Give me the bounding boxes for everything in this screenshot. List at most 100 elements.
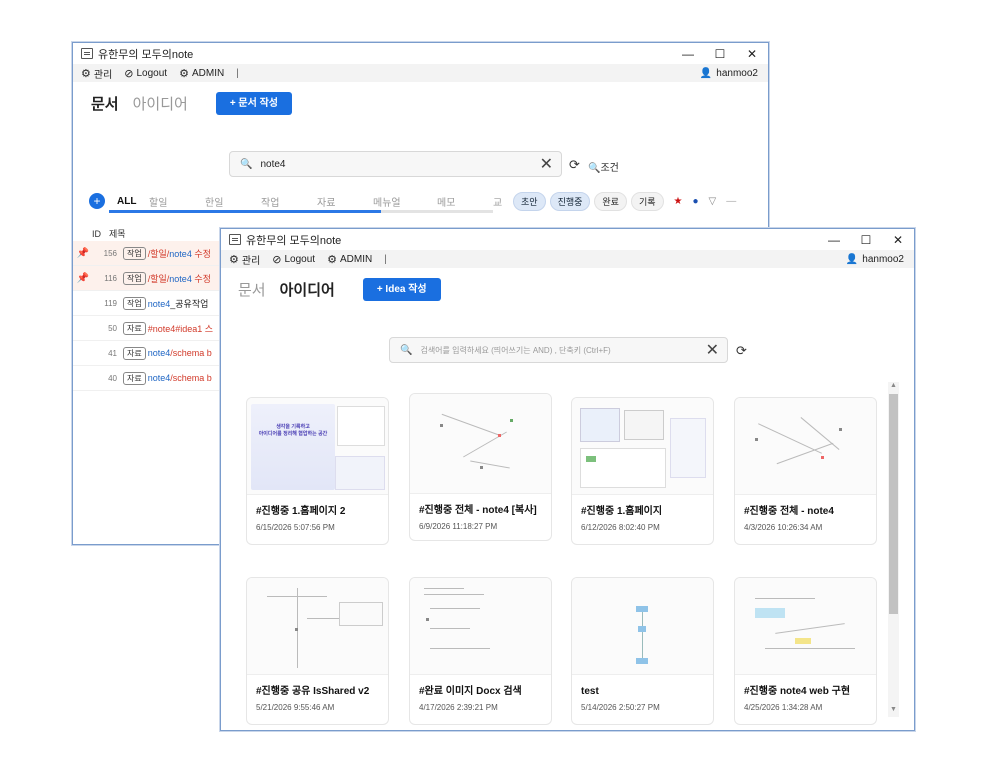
circle-icon[interactable]: ● bbox=[693, 196, 699, 207]
idea-card[interactable]: #진행중 1.홈페이지 6/12/2026 8:02:40 PM bbox=[571, 397, 714, 545]
category-badge: 자료 bbox=[123, 321, 146, 335]
gear-icon: ⚙ bbox=[229, 253, 239, 266]
triangle-icon[interactable]: ▽ bbox=[709, 196, 717, 207]
row-title: note4_공유작업 bbox=[147, 298, 209, 309]
card-title: #진행중 전체 - note4 bbox=[744, 506, 834, 517]
scroll-up-icon[interactable]: ▲ bbox=[888, 382, 899, 389]
menu-separator: | bbox=[384, 253, 387, 265]
menu-bar: ⚙ 관리 ⊘ Logout ⚙ ADMIN | 👤 hanmoo2 bbox=[73, 64, 768, 82]
clear-icon[interactable]: ✕ bbox=[706, 340, 719, 360]
minimize-icon[interactable]: — bbox=[672, 47, 704, 61]
search-input[interactable]: 🔍 검색어를 입력하세요 (띄어쓰기는 AND) , 단축키 (Ctrl+F) … bbox=[389, 337, 728, 363]
title-bar[interactable]: 유한무의 모두의note — ☐ ✕ bbox=[73, 43, 768, 64]
more-icon[interactable]: — bbox=[726, 196, 736, 207]
idea-card[interactable]: #완료 이미지 Docx 검색 4/17/2026 2:39:21 PM bbox=[409, 577, 552, 725]
tab-todo[interactable]: 할일 bbox=[149, 194, 205, 209]
idea-card[interactable]: #진행중 공유 IsShared v2 5/21/2026 9:55:46 AM bbox=[246, 577, 389, 725]
category-badge: 자료 bbox=[123, 346, 146, 360]
logout-icon: ⊘ bbox=[124, 67, 134, 80]
card-date: 4/3/2026 10:26:34 AM bbox=[744, 523, 823, 532]
mode-idea[interactable]: 아이디어 bbox=[280, 279, 335, 300]
clear-icon[interactable]: ✕ bbox=[540, 154, 553, 174]
card-date: 5/14/2026 2:50:27 PM bbox=[581, 703, 660, 712]
tab-memo[interactable]: 메모 bbox=[437, 194, 493, 209]
row-title: /할일/note4 수정 bbox=[147, 273, 211, 284]
card-thumbnail: 생각을 기록하고 아이디어를 정리해 협업하는 공간 bbox=[247, 398, 388, 495]
card-thumbnail bbox=[735, 578, 876, 675]
tab-material[interactable]: 자료 bbox=[317, 194, 373, 209]
star-icon[interactable]: ★ bbox=[674, 196, 683, 207]
user-icon: 👤 bbox=[845, 253, 859, 265]
window-title: 유한무의 모두의note bbox=[246, 234, 342, 247]
tab-all[interactable]: ALL bbox=[117, 196, 149, 207]
search-input[interactable]: 🔍 note4 ✕ bbox=[229, 151, 562, 177]
category-tabs: + ALL 할일 한일 작업 자료 메뉴얼 메모 교 초안 진행중 완료 기록 … bbox=[89, 190, 759, 212]
gear-icon: ⚙ bbox=[81, 67, 91, 80]
card-thumbnail bbox=[410, 578, 551, 675]
card-thumbnail bbox=[410, 394, 551, 494]
menu-manage[interactable]: ⚙ 관리 bbox=[81, 66, 112, 81]
thumb-banner: 생각을 기록하고 아이디어를 정리해 협업하는 공간 bbox=[258, 424, 328, 437]
menu-logout[interactable]: ⊘ Logout bbox=[272, 253, 315, 266]
row-title: note4/schema b bbox=[147, 348, 212, 358]
menu-admin[interactable]: ⚙ ADMIN bbox=[327, 253, 372, 266]
gear-icon: ⚙ bbox=[179, 67, 189, 80]
tab-manual[interactable]: 메뉴얼 bbox=[373, 194, 437, 209]
header-title[interactable]: 제목 bbox=[109, 227, 126, 240]
status-record[interactable]: 기록 bbox=[630, 191, 664, 211]
card-thumbnail bbox=[247, 578, 388, 675]
card-date: 5/21/2026 9:55:46 AM bbox=[256, 703, 335, 712]
tab-done[interactable]: 한일 bbox=[205, 194, 261, 209]
mode-idea[interactable]: 아이디어 bbox=[133, 93, 188, 114]
tab-scrollbar[interactable] bbox=[109, 210, 493, 213]
menu-manage[interactable]: ⚙ 관리 bbox=[229, 252, 260, 267]
close-icon[interactable]: ✕ bbox=[736, 47, 768, 61]
card-title: #진행중 전체 - note4 [복사] bbox=[419, 505, 537, 516]
pin-icon[interactable]: 📌 bbox=[73, 273, 93, 284]
gear-icon: ⚙ bbox=[327, 253, 337, 266]
menu-logout[interactable]: ⊘ Logout bbox=[124, 67, 167, 80]
card-thumbnail bbox=[572, 578, 713, 675]
minimize-icon[interactable]: — bbox=[818, 233, 850, 247]
card-title: test bbox=[581, 686, 599, 697]
condition-button[interactable]: 🔍조건 bbox=[588, 159, 619, 174]
card-thumbnail bbox=[572, 398, 713, 495]
idea-card[interactable]: #진행중 note4 web 구현 4/25/2026 1:34:28 AM bbox=[734, 577, 877, 725]
pin-icon[interactable]: 📌 bbox=[73, 248, 93, 259]
close-icon[interactable]: ✕ bbox=[882, 233, 914, 247]
maximize-icon[interactable]: ☐ bbox=[704, 47, 736, 61]
user-info[interactable]: 👤 hanmoo2 bbox=[846, 254, 904, 265]
idea-card[interactable]: test 5/14/2026 2:50:27 PM bbox=[571, 577, 714, 725]
card-date: 4/25/2026 1:34:28 AM bbox=[744, 703, 823, 712]
idea-card[interactable]: #진행중 전체 - note4 [복사] 6/9/2026 11:18:27 P… bbox=[409, 393, 552, 541]
new-idea-button[interactable]: + Idea 작성 bbox=[362, 277, 441, 301]
new-doc-button[interactable]: + 문서 작성 bbox=[215, 91, 293, 115]
refresh-icon[interactable]: ⟳ bbox=[569, 157, 580, 173]
scroll-down-icon[interactable]: ▼ bbox=[888, 706, 899, 713]
status-complete[interactable]: 완료 bbox=[594, 191, 627, 211]
card-date: 6/12/2026 8:02:40 PM bbox=[581, 523, 660, 532]
tab-edu[interactable]: 교 bbox=[493, 194, 509, 209]
tab-work[interactable]: 작업 bbox=[261, 194, 317, 209]
card-date: 6/15/2026 5:07:56 PM bbox=[256, 523, 335, 532]
idea-card[interactable]: 생각을 기록하고 아이디어를 정리해 협업하는 공간 #진행중 1.홈페이지 2 … bbox=[246, 397, 389, 545]
add-icon[interactable]: + bbox=[89, 193, 105, 209]
card-title: #진행중 1.홈페이지 bbox=[581, 506, 663, 517]
status-draft[interactable]: 초안 bbox=[513, 191, 546, 211]
idea-card[interactable]: #진행중 전체 - note4 4/3/2026 10:26:34 AM bbox=[734, 397, 877, 545]
refresh-icon[interactable]: ⟳ bbox=[736, 343, 747, 359]
card-thumbnail bbox=[735, 398, 876, 495]
mode-doc[interactable]: 문서 bbox=[91, 93, 119, 114]
title-bar[interactable]: 유한무의 모두의note — ☐ ✕ bbox=[221, 229, 914, 250]
row-title: /할일/note4 수정 bbox=[147, 248, 211, 259]
user-info[interactable]: 👤 hanmoo2 bbox=[700, 68, 758, 79]
mode-doc[interactable]: 문서 bbox=[238, 279, 266, 300]
menu-admin[interactable]: ⚙ ADMIN bbox=[179, 67, 224, 80]
status-inprogress[interactable]: 진행중 bbox=[549, 191, 591, 211]
header-id[interactable]: ID bbox=[73, 229, 109, 239]
row-title: note4/schema b bbox=[147, 373, 212, 383]
app-icon bbox=[229, 234, 241, 245]
mode-switch: 문서 아이디어 + Idea 작성 bbox=[221, 268, 914, 310]
scrollbar-thumb[interactable] bbox=[889, 394, 898, 614]
maximize-icon[interactable]: ☐ bbox=[850, 233, 882, 247]
